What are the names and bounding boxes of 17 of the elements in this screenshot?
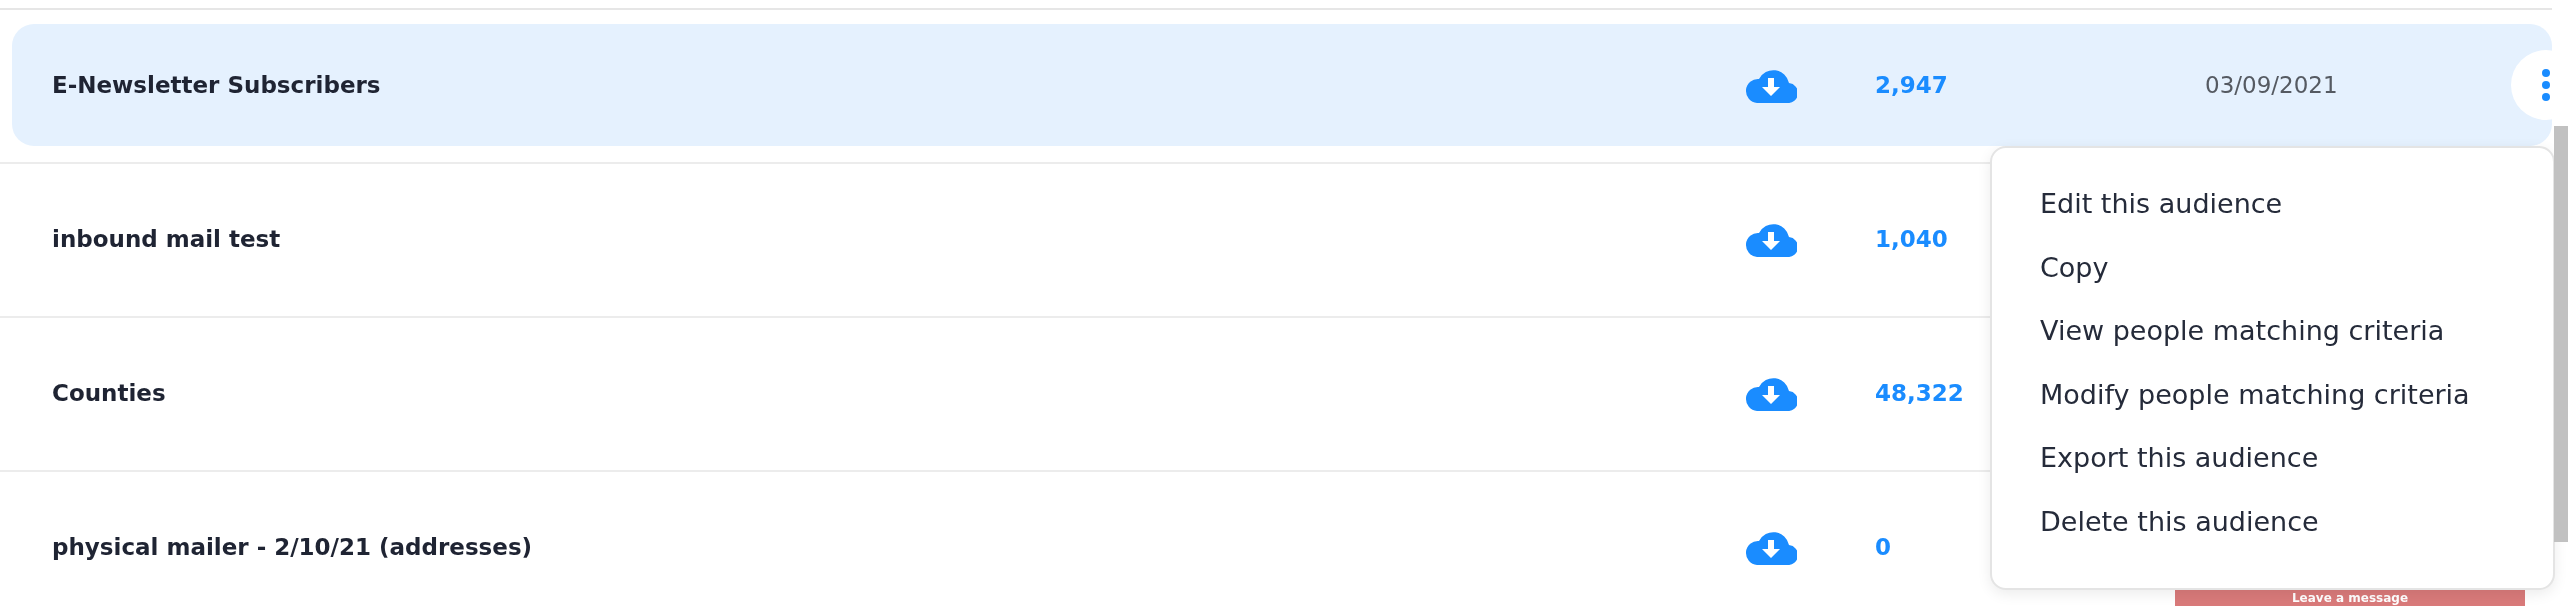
menu-item[interactable]: Copy [2040, 251, 2553, 315]
audience-name: physical mailer - 2/10/21 (addresses) [52, 534, 534, 560]
audience-name: Counties [52, 380, 167, 406]
menu-item[interactable]: Edit this audience [2040, 188, 2553, 252]
menu-item[interactable]: Modify people matching criteria [2040, 378, 2553, 442]
menu-item[interactable]: Delete this audience [2040, 505, 2553, 569]
audience-name: E-Newsletter Subscribers [52, 72, 382, 98]
cloud-download-icon[interactable] [1745, 221, 1797, 257]
audience-date: 03/09/2021 [2205, 72, 2338, 98]
scrollbar[interactable] [2554, 126, 2568, 542]
cloud-download-icon[interactable] [1745, 67, 1797, 103]
cloud-download-icon[interactable] [1745, 375, 1797, 411]
cloud-download-icon[interactable] [1745, 529, 1797, 565]
menu-item[interactable]: Export this audience [2040, 442, 2553, 506]
audience-name: inbound mail test [52, 226, 282, 252]
more-icon [2542, 69, 2550, 101]
menu-item[interactable]: View people matching criteria [2040, 315, 2553, 379]
